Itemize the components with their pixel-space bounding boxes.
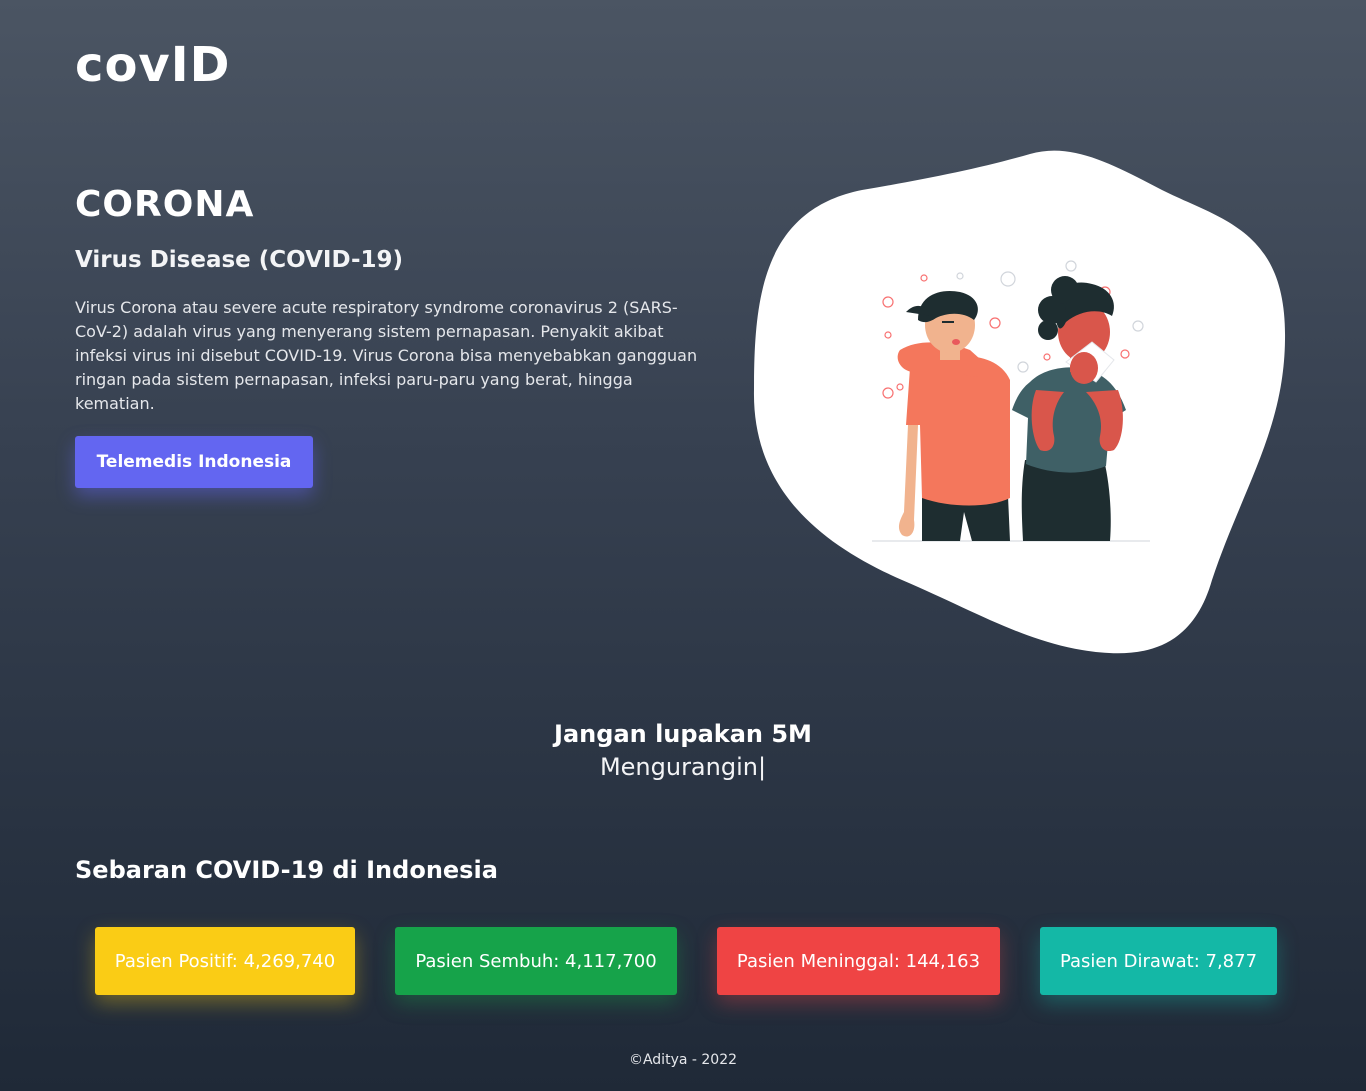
stat-card-sembuh: Pasien Sembuh: 4,117,700 <box>395 927 677 995</box>
stat-card-dirawat: Pasien Dirawat: 7,877 <box>1040 927 1277 995</box>
footer-text: ©Aditya - 2022 <box>628 1052 738 1068</box>
stat-card-meninggal: Pasien Meninggal: 144,163 <box>717 927 1000 995</box>
section-title: Sebaran COVID-19 di Indonesia <box>75 856 498 884</box>
reminder-typing-text: Mengurangin| <box>599 753 767 781</box>
coughing-sneezing-people-illustration <box>860 250 1160 550</box>
hero-subtitle: Virus Disease (COVID-19) <box>75 247 404 273</box>
telemedis-button[interactable]: Telemedis Indonesia <box>75 436 313 488</box>
hero-title: CORONA <box>75 184 255 225</box>
hero-description: Virus Corona atau severe acute respirato… <box>75 298 698 413</box>
logo[interactable]: covID <box>75 36 230 94</box>
reminder-title: Jangan lupakan 5M <box>554 720 812 748</box>
stat-card-positif: Pasien Positif: 4,269,740 <box>95 927 355 995</box>
